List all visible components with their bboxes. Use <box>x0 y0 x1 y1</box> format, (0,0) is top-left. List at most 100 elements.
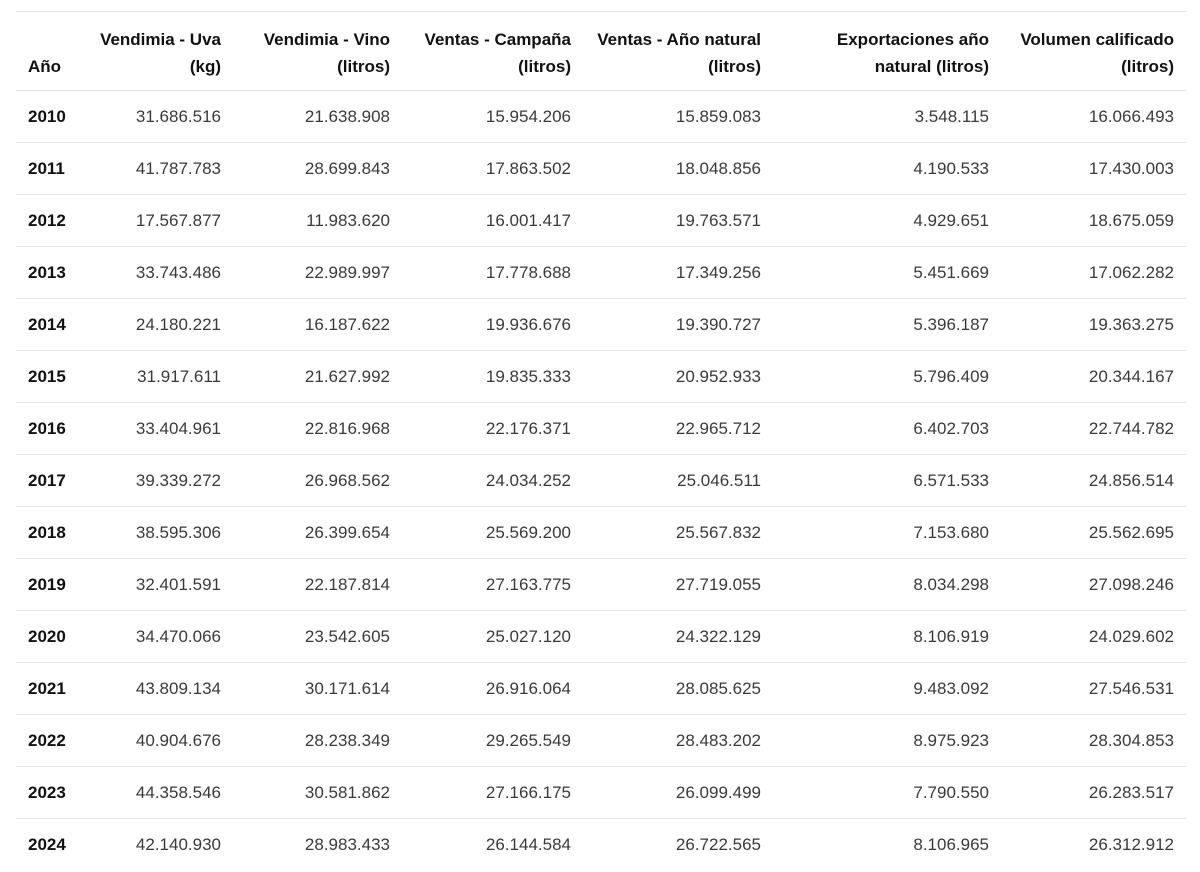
value-cell: 26.399.654 <box>304 522 390 542</box>
value-cell: 25.567.832 <box>675 522 761 542</box>
year-cell: 2020 <box>28 626 66 646</box>
value-cell: 32.401.591 <box>135 574 221 594</box>
value-cell: 17.430.003 <box>1088 158 1174 178</box>
table-row: 2021 43.809.134 30.171.614 26.916.064 28.085… <box>16 663 1186 715</box>
value-cell: 19.390.727 <box>675 314 761 334</box>
value-cell: 26.283.517 <box>1088 782 1174 802</box>
value-cell: 19.835.333 <box>485 366 571 386</box>
value-cell: 16.001.417 <box>485 210 571 230</box>
value-cell: 11.983.620 <box>306 210 390 230</box>
value-cell: 21.627.992 <box>304 366 390 386</box>
value-cell: 25.046.511 <box>677 470 761 490</box>
year-cell: 2018 <box>28 522 66 542</box>
value-cell: 21.638.908 <box>304 106 390 126</box>
value-cell: 27.163.775 <box>485 574 571 594</box>
value-cell: 8.106.965 <box>913 834 989 854</box>
value-cell: 28.983.433 <box>304 834 390 854</box>
year-cell: 2021 <box>28 678 66 698</box>
header-line: Vendimia - Uva <box>100 30 221 49</box>
value-cell: 17.863.502 <box>485 158 571 178</box>
qualified-volume-header: Volumen calificado (litros) <box>1001 12 1186 91</box>
value-cell: 27.719.055 <box>675 574 761 594</box>
value-cell: 4.190.533 <box>913 158 989 178</box>
table-row: 2019 32.401.591 22.187.814 27.163.775 27.719… <box>16 559 1186 611</box>
year-cell: 2022 <box>28 730 66 750</box>
year-cell: 2017 <box>28 470 66 490</box>
table-row: 2022 40.904.676 28.238.349 29.265.549 28.483… <box>16 715 1186 767</box>
value-cell: 17.062.282 <box>1088 262 1174 282</box>
value-cell: 33.743.486 <box>135 262 221 282</box>
value-cell: 28.304.853 <box>1088 730 1174 750</box>
value-cell: 27.098.246 <box>1088 574 1174 594</box>
value-cell: 24.322.129 <box>675 626 761 646</box>
value-cell: 30.581.862 <box>304 782 390 802</box>
value-cell: 34.470.066 <box>135 626 221 646</box>
table-row: 2017 39.339.272 26.968.562 24.034.252 25.046… <box>16 455 1186 507</box>
value-cell: 28.483.202 <box>675 730 761 750</box>
year-cell: 2015 <box>28 366 66 386</box>
value-cell: 17.778.688 <box>485 262 571 282</box>
value-cell: 27.546.531 <box>1088 678 1174 698</box>
value-cell: 16.187.622 <box>304 314 390 334</box>
value-cell: 22.176.371 <box>485 418 571 438</box>
header-line: (litros) <box>708 57 761 76</box>
table-row: 2011 41.787.783 28.699.843 17.863.502 18.048… <box>16 143 1186 195</box>
table-row: 2014 24.180.221 16.187.622 19.936.676 19.390… <box>16 299 1186 351</box>
value-cell: 17.567.877 <box>135 210 221 230</box>
value-cell: 28.699.843 <box>304 158 390 178</box>
sales-calendar-year-header: Ventas - Año natural (litros) <box>583 12 773 91</box>
year-cell: 2016 <box>28 418 66 438</box>
value-cell: 8.106.919 <box>913 626 989 646</box>
value-cell: 19.936.676 <box>485 314 571 334</box>
year-cell: 2023 <box>28 782 66 802</box>
value-cell: 5.396.187 <box>913 314 989 334</box>
table-row: 2010 31.686.516 21.638.908 15.954.206 15.859… <box>16 91 1186 143</box>
wine-harvest-header: Vendimia - Vino (litros) <box>233 12 402 91</box>
value-cell: 25.562.695 <box>1088 522 1174 542</box>
table-row: 2015 31.917.611 21.627.992 19.835.333 20.952… <box>16 351 1186 403</box>
sales-campaign-header: Ventas - Campaña (litros) <box>402 12 583 91</box>
table-row: 2016 33.404.961 22.816.968 22.176.371 22.965… <box>16 403 1186 455</box>
table-row: 2018 38.595.306 26.399.654 25.569.200 25.567… <box>16 507 1186 559</box>
value-cell: 25.027.120 <box>485 626 571 646</box>
table-body: 2010 31.686.516 21.638.908 15.954.206 15.859… <box>16 91 1186 871</box>
value-cell: 4.929.651 <box>913 210 989 230</box>
value-cell: 6.402.703 <box>913 418 989 438</box>
value-cell: 7.153.680 <box>913 522 989 542</box>
header-line: Vendimia - Vino <box>263 30 390 49</box>
value-cell: 15.859.083 <box>675 106 761 126</box>
value-cell: 6.571.533 <box>913 470 989 490</box>
header-line: Exportaciones año <box>836 30 989 49</box>
exports-header: Exportaciones año natural (litros) <box>773 12 1001 91</box>
year-cell: 2019 <box>28 574 66 594</box>
value-cell: 26.312.912 <box>1088 834 1174 854</box>
year-cell: 2011 <box>28 158 65 178</box>
value-cell: 22.965.712 <box>675 418 761 438</box>
value-cell: 27.166.175 <box>485 782 571 802</box>
value-cell: 43.809.134 <box>135 678 221 698</box>
value-cell: 42.140.930 <box>135 834 221 854</box>
value-cell: 5.451.669 <box>913 262 989 282</box>
value-cell: 7.790.550 <box>913 782 989 802</box>
value-cell: 26.099.499 <box>675 782 761 802</box>
value-cell: 8.975.923 <box>913 730 989 750</box>
value-cell: 19.363.275 <box>1088 314 1174 334</box>
value-cell: 19.763.571 <box>675 210 761 230</box>
value-cell: 22.816.968 <box>304 418 390 438</box>
value-cell: 26.722.565 <box>675 834 761 854</box>
value-cell: 26.144.584 <box>485 834 571 854</box>
table-row: 2024 42.140.930 28.983.433 26.144.584 26.722… <box>16 819 1186 871</box>
value-cell: 22.187.814 <box>304 574 390 594</box>
year-header: Año <box>16 12 86 91</box>
value-cell: 3.548.115 <box>914 106 989 126</box>
value-cell: 28.238.349 <box>304 730 390 750</box>
value-cell: 22.989.997 <box>304 262 390 282</box>
header-line: (kg) <box>189 57 221 76</box>
header-line: natural (litros) <box>874 57 989 76</box>
value-cell: 24.180.221 <box>135 314 221 334</box>
year-cell: 2013 <box>28 262 66 282</box>
header-line: Ventas - Año natural <box>597 30 761 49</box>
table-header-row: Año Vendimia - Uva (kg) Vendimia - Vino (lit… <box>16 11 1186 91</box>
value-cell: 18.675.059 <box>1088 210 1174 230</box>
value-cell: 15.954.206 <box>485 106 571 126</box>
